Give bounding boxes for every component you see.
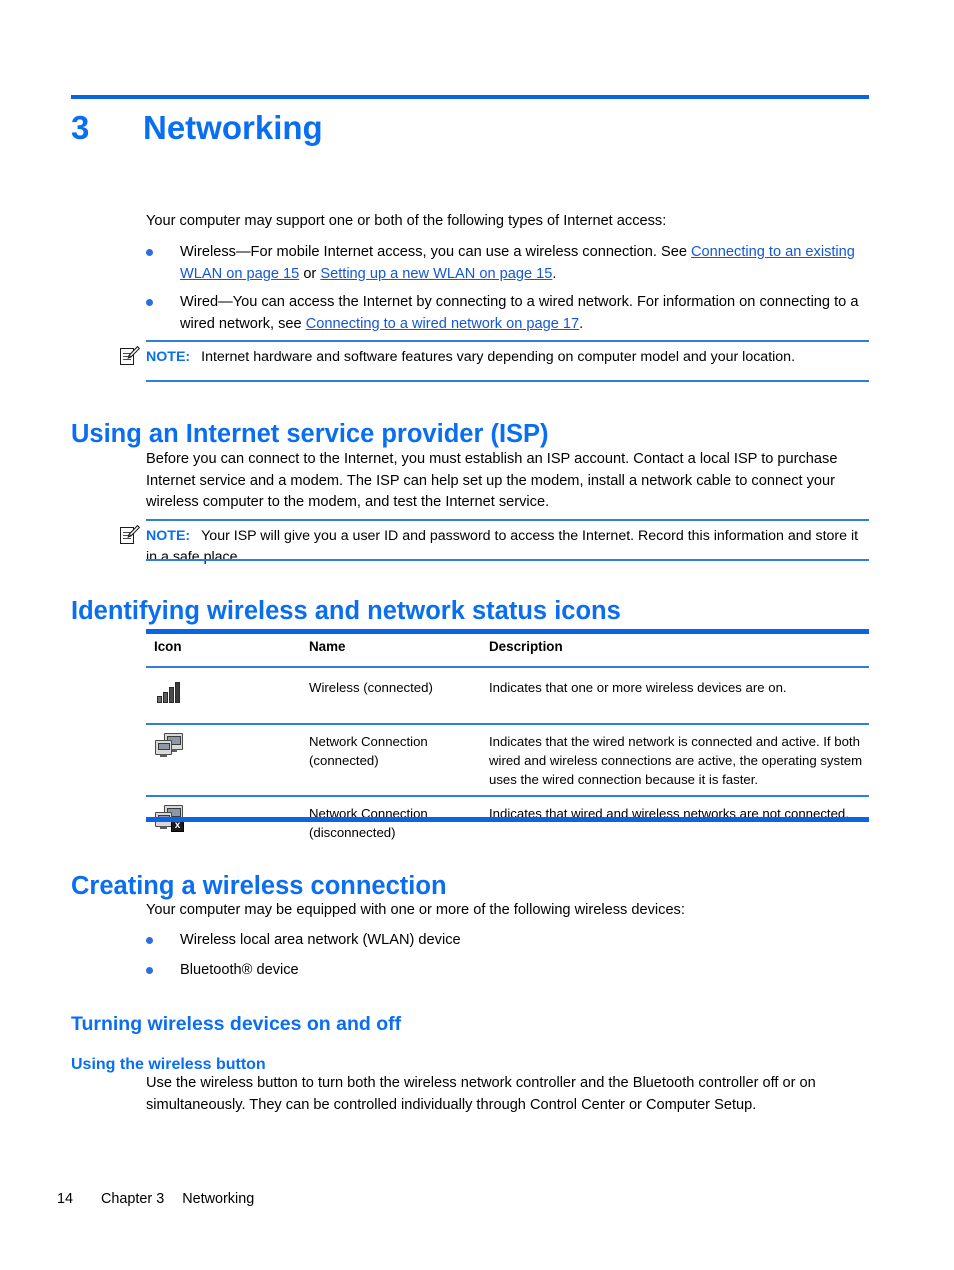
chapter-number: 3 — [71, 109, 90, 146]
heading-identifying-icons: Identifying wireless and network status … — [71, 597, 621, 626]
network-connection-icon — [154, 731, 184, 761]
note-label: NOTE: — [146, 349, 191, 365]
bullet-dot-icon — [146, 937, 153, 944]
note-bottom-rule — [146, 559, 869, 561]
heading-using-wireless-button: Using the wireless button — [71, 1056, 266, 1073]
list-item: Bluetooth® device — [146, 960, 869, 982]
cell-icon — [154, 731, 184, 761]
table-bottom-bar — [146, 817, 869, 822]
cell-description: Indicates that one or more wireless devi… — [489, 680, 787, 695]
table-top-bar — [146, 629, 869, 634]
table-row-rule — [146, 795, 869, 797]
bullet-dot-icon — [146, 299, 153, 306]
list-item-text: Wireless—For mobile Internet access, you… — [180, 242, 869, 285]
column-header-name: Name — [309, 639, 346, 654]
wireless-signal-bars-icon — [154, 677, 184, 707]
note-pencil-icon — [119, 525, 140, 546]
cell-name-line2: (disconnected) — [309, 825, 396, 840]
heading-turning-wireless-devices: Turning wireless devices on and off — [71, 1013, 402, 1036]
table-row: Wireless (connected) Indicates that one … — [146, 674, 869, 722]
table-row: Network Connection (connected) Indicates… — [146, 729, 869, 797]
intro-lead-paragraph: Your computer may support one or both of… — [146, 213, 667, 229]
footer-page-number: 14 — [57, 1191, 74, 1207]
link-connecting-wired-network[interactable]: Connecting to a wired network on page 17 — [306, 316, 579, 332]
cell-name: Wireless (connected) — [309, 680, 433, 695]
list-item-text: Wireless local area network (WLAN) devic… — [180, 932, 461, 948]
turning-paragraph: Use the wireless button to turn both the… — [146, 1075, 816, 1113]
heading-creating-wireless-connection: Creating a wireless connection — [71, 872, 447, 901]
note-callout: NOTE: Your ISP will give you a user ID an… — [120, 519, 869, 565]
footer-chapter: Chapter 3 — [101, 1191, 165, 1207]
list-item: Wireless local area network (WLAN) devic… — [146, 930, 869, 952]
table-row-rule — [146, 723, 869, 725]
note-top-rule — [146, 519, 869, 521]
list-item-text: Bluetooth® device — [180, 962, 299, 978]
column-header-description: Description — [489, 639, 563, 654]
cell-name: Network Connection (connected) — [309, 732, 479, 770]
note-bottom-rule — [146, 380, 869, 382]
cell-icon — [154, 677, 184, 707]
cell-name-line1: Network Connection — [309, 734, 428, 749]
signal-bars-shape — [157, 681, 181, 703]
pencil-shape — [127, 525, 140, 538]
pencil-shape — [127, 346, 140, 359]
cell-description: Indicates that the wired network is conn… — [489, 734, 863, 787]
bullet1-mid: or — [299, 265, 321, 282]
two-monitors-shape — [155, 733, 183, 759]
bullet-dot-icon — [146, 249, 153, 256]
table-header-rule — [146, 666, 869, 668]
bullet-dot-icon — [146, 967, 153, 974]
note-body: NOTE: Your ISP will give you a user ID an… — [146, 526, 869, 568]
heading-using-isp: Using an Internet service provider (ISP) — [71, 420, 549, 449]
monitor-front-shape — [155, 740, 172, 757]
bullet1-post: . — [552, 265, 557, 282]
isp-paragraph: Before you can connect to the Internet, … — [146, 451, 838, 510]
table-row: x Network Connection (disconnected) Indi… — [146, 801, 869, 847]
table-header-row: Icon Name Description — [146, 637, 869, 665]
page-footer: 14 Chapter 3 Networking — [57, 1191, 254, 1207]
list-item: Wireless—For mobile Internet access, you… — [146, 242, 869, 285]
note-label: NOTE: — [146, 528, 191, 544]
wireless-connection-paragraph: Your computer may be equipped with one o… — [146, 902, 685, 918]
note-body: NOTE: Internet hardware and software feat… — [146, 347, 869, 368]
document-page: 3 Networking Your computer may support on… — [0, 0, 954, 1270]
note-pencil-icon — [119, 346, 140, 367]
chapter-top-rule — [71, 95, 869, 99]
cell-name: Network Connection (disconnected) — [309, 804, 479, 842]
chapter-title-text: Networking — [143, 109, 323, 146]
note-text: Internet hardware and software features … — [201, 349, 796, 365]
footer-title: Networking — [182, 1191, 255, 1207]
column-header-icon: Icon — [154, 639, 182, 654]
bullet2-post: . — [579, 315, 584, 332]
link-setting-up-new-wlan[interactable]: Setting up a new WLAN on page 15 — [320, 266, 552, 282]
chapter-title: 3 Networking — [71, 106, 871, 150]
note-callout: NOTE: Internet hardware and software feat… — [120, 340, 869, 382]
list-item-text: Wired—You can access the Internet by con… — [180, 292, 869, 335]
note-top-rule — [146, 340, 869, 342]
list-item: Wired—You can access the Internet by con… — [146, 292, 869, 335]
bullet1-pre: Wireless—For mobile Internet access, you… — [180, 244, 692, 260]
cell-name-line2: (connected) — [309, 753, 379, 768]
